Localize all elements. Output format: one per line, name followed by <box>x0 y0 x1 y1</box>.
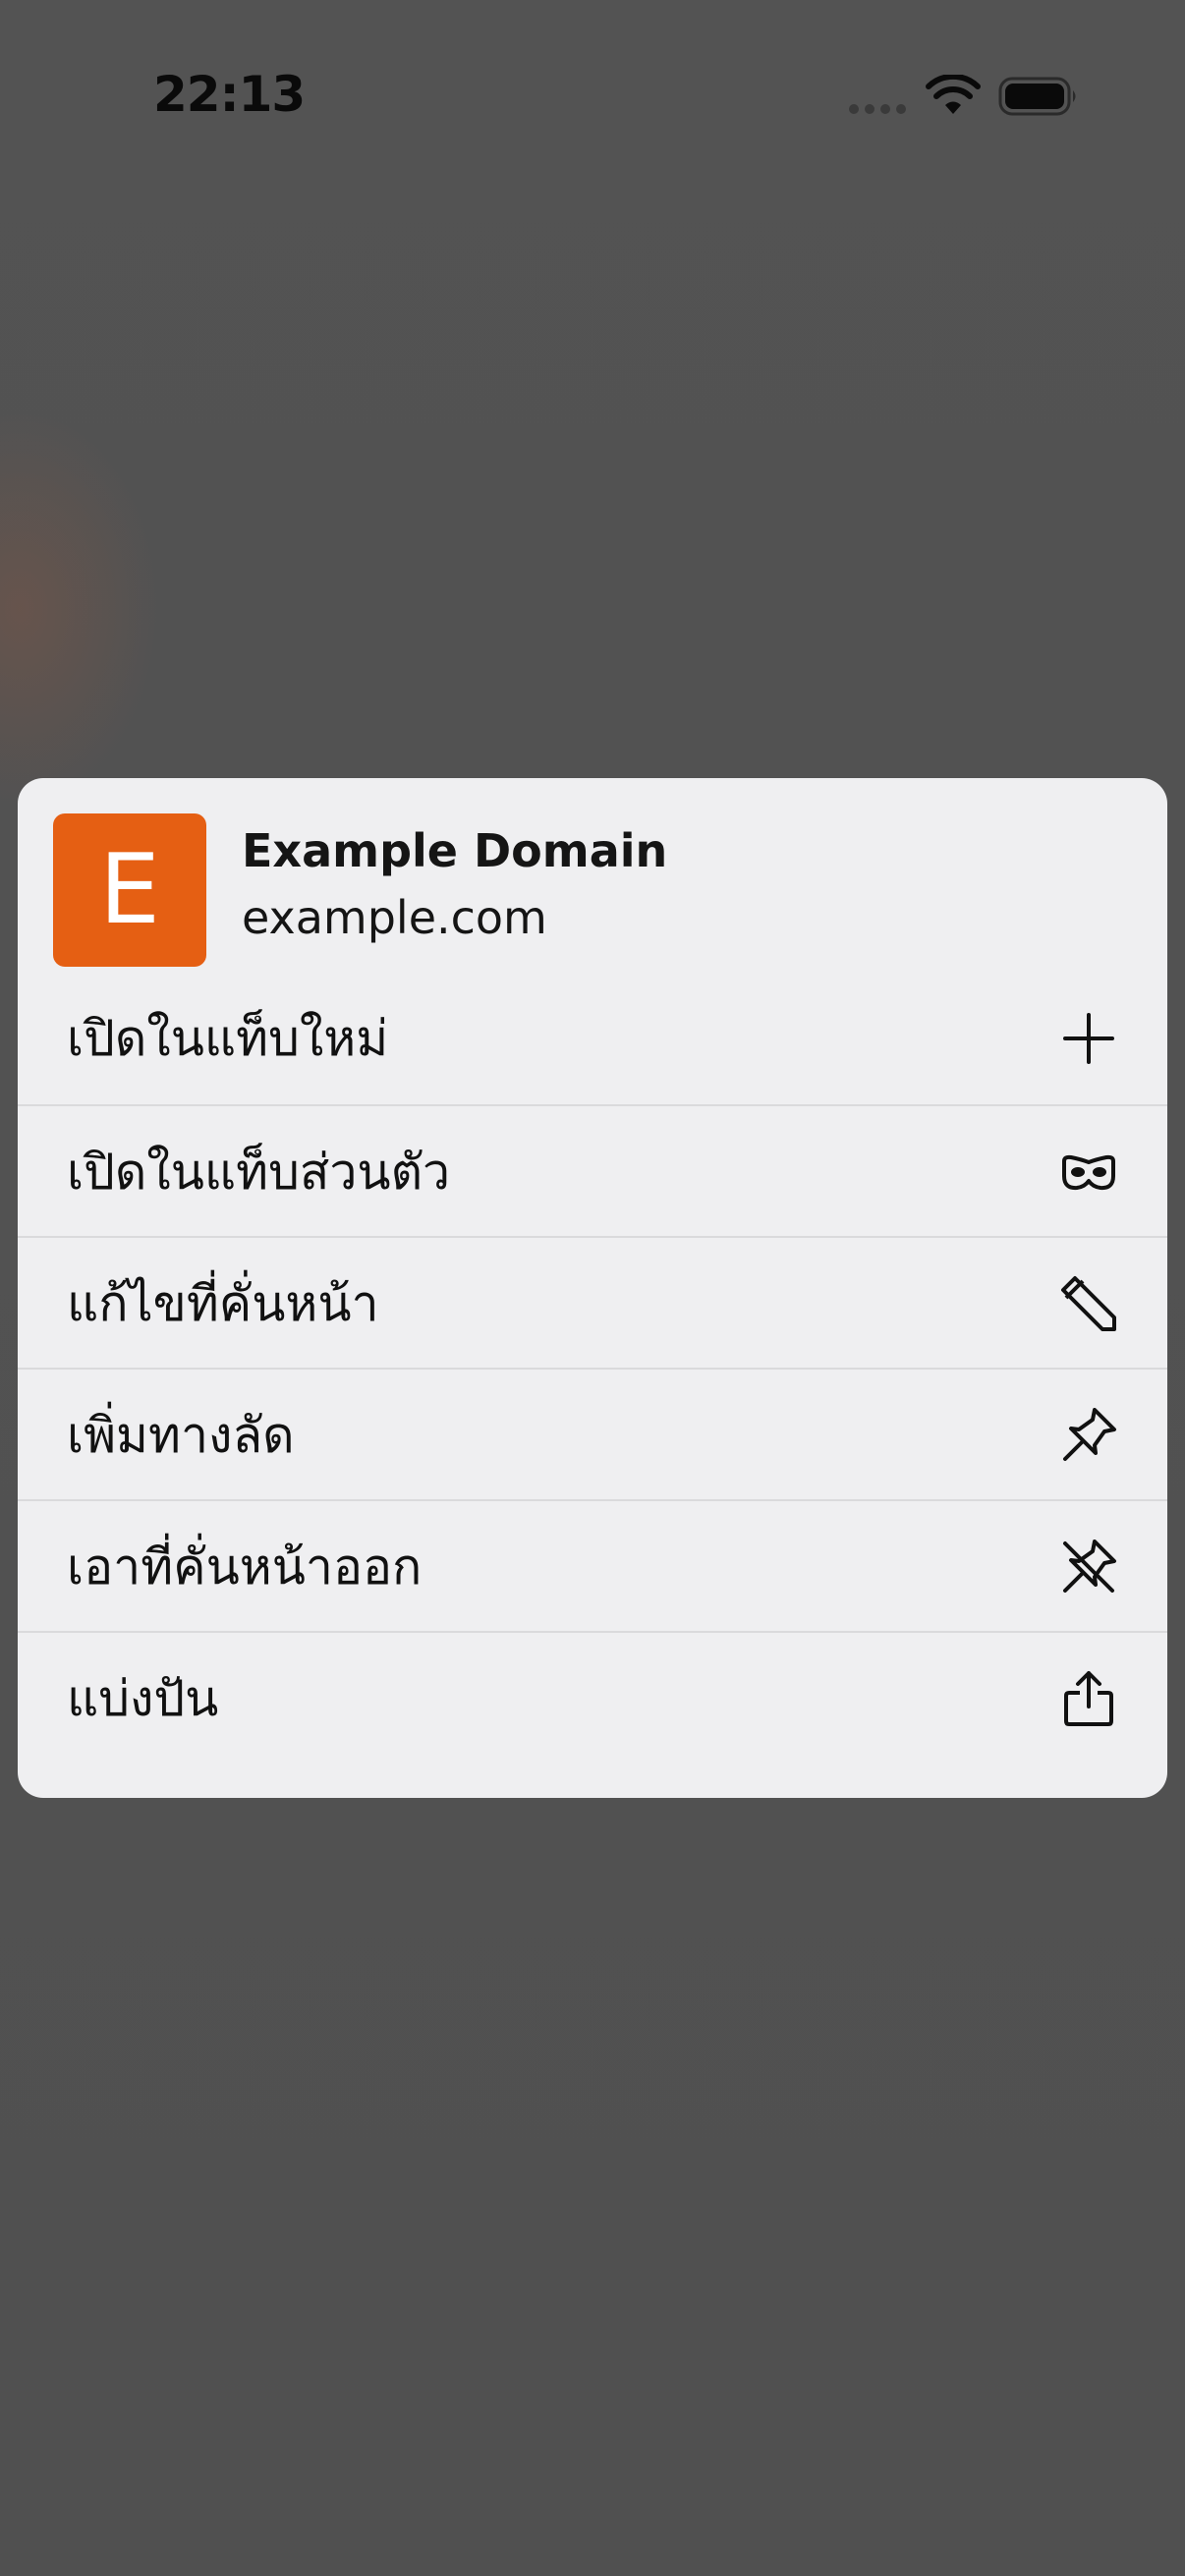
link-preview-header[interactable]: E Example Domain example.com <box>18 778 1167 973</box>
status-bar: 22:13 <box>0 0 1185 196</box>
menu-item-label: เอาที่คั่นหน้าออก <box>67 1539 423 1596</box>
status-time: 22:13 <box>153 66 306 123</box>
menu-item-open-new-tab[interactable]: เปิดในแท็บใหม่ <box>18 973 1167 1104</box>
share-icon <box>1059 1669 1118 1728</box>
plus-icon <box>1059 1009 1118 1068</box>
menu-item-remove-bookmark[interactable]: เอาที่คั่นหน้าออก <box>18 1499 1167 1631</box>
menu-item-label: เพิ่มทางลัด <box>67 1407 295 1464</box>
unpin-icon <box>1059 1538 1118 1596</box>
pin-icon <box>1059 1406 1118 1465</box>
menu-item-edit-bookmark[interactable]: แก้ไขที่คั่นหน้า <box>18 1236 1167 1368</box>
private-mask-icon <box>1059 1143 1118 1202</box>
pencil-icon <box>1059 1274 1118 1333</box>
menu-item-share[interactable]: แบ่งปัน <box>18 1631 1167 1763</box>
menu-item-label: เปิดในแท็บใหม่ <box>67 1010 389 1067</box>
menu-item-open-private-tab[interactable]: เปิดในแท็บส่วนตัว <box>18 1104 1167 1236</box>
menu-item-add-shortcut[interactable]: เพิ่มทางลัด <box>18 1368 1167 1499</box>
site-favicon: E <box>53 813 206 967</box>
battery-icon <box>998 77 1079 116</box>
context-menu: E Example Domain example.com เปิดในแท็บใ… <box>18 778 1167 1798</box>
menu-item-label: เปิดในแท็บส่วนตัว <box>67 1144 451 1201</box>
cellular-dots-icon <box>849 104 908 114</box>
menu-item-label: แบ่งปัน <box>67 1670 219 1727</box>
site-title: Example Domain <box>242 824 668 877</box>
wifi-icon <box>926 73 981 114</box>
menu-item-label: แก้ไขที่คั่นหน้า <box>67 1275 379 1332</box>
site-url: example.com <box>242 891 547 944</box>
